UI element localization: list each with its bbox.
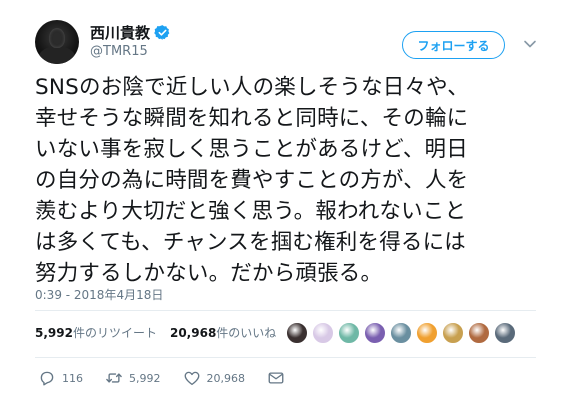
retweet-icon — [106, 373, 122, 383]
retweet-stat-count: 5,992 — [35, 326, 73, 340]
like-button[interactable]: 20,968 — [183, 369, 246, 387]
retweet-stat-label: 件のリツイート — [72, 326, 157, 340]
retweet-stat[interactable]: 5,992件のリツイート — [35, 324, 157, 341]
display-name[interactable]: 西川貴教 — [90, 22, 150, 43]
envelope-icon — [268, 372, 284, 384]
liker-avatar[interactable] — [364, 322, 386, 344]
like-stat-label: 件のいいね — [216, 326, 277, 340]
liker-avatar[interactable] — [416, 322, 438, 344]
avatar-face — [49, 28, 65, 48]
avatar[interactable] — [35, 20, 79, 64]
author-name-row: 西川貴教 — [90, 22, 171, 43]
liker-avatars — [286, 322, 516, 344]
liker-avatar[interactable] — [312, 322, 334, 344]
action-bar: 116 5,992 20,968 — [38, 369, 285, 387]
divider — [35, 310, 536, 311]
timestamp[interactable]: 0:39 - 2018年4月18日 — [35, 286, 163, 303]
reply-icon — [40, 371, 54, 386]
liker-avatar[interactable] — [468, 322, 490, 344]
follow-button[interactable]: フォローする — [402, 31, 505, 59]
verified-badge-icon — [154, 25, 170, 40]
retweet-count: 5,992 — [129, 371, 161, 385]
like-count: 20,968 — [206, 371, 246, 385]
liker-avatar[interactable] — [494, 322, 516, 344]
like-stat[interactable]: 20,968件のいいね — [170, 324, 276, 341]
reply-button[interactable]: 116 — [38, 369, 83, 387]
direct-message-button[interactable] — [267, 369, 285, 387]
avatar-shoulders — [39, 46, 75, 64]
reply-count: 116 — [62, 371, 83, 385]
divider — [35, 357, 536, 358]
retweet-button[interactable]: 5,992 — [105, 369, 161, 387]
chevron-down-icon[interactable] — [523, 37, 537, 51]
liker-avatar[interactable] — [286, 322, 308, 344]
handle[interactable]: @TMR15 — [90, 44, 148, 59]
tweet-card: 西川貴教 @TMR15 フォローする SNSのお陰で近しい人の楽しそうな日々や、… — [0, 0, 571, 409]
liker-avatar[interactable] — [390, 322, 412, 344]
liker-avatar[interactable] — [338, 322, 360, 344]
liker-avatar[interactable] — [442, 322, 464, 344]
like-stat-count: 20,968 — [169, 326, 217, 340]
tweet-stats: 5,992件のリツイート 20,968件のいいね — [35, 324, 276, 341]
heart-icon — [184, 371, 199, 386]
tweet-text: SNSのお陰で近しい人の楽しそうな日々や、 幸せそうな瞬間を知れると同時に、その… — [35, 75, 469, 286]
